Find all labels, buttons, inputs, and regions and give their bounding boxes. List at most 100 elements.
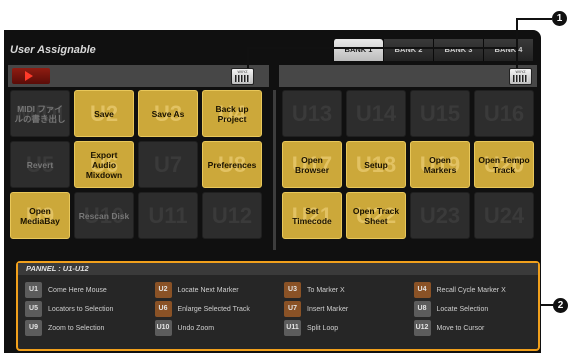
- panel-item[interactable]: U11 Split Loop: [284, 320, 406, 336]
- panel-item-label: Locators to Selection: [48, 305, 114, 313]
- panel-item-badge: U5: [25, 301, 42, 317]
- pad-button[interactable]: U16: [474, 90, 534, 137]
- toolbar-right: [279, 65, 537, 87]
- pad-label: Revert: [26, 159, 54, 170]
- pad-label: MIDI ファイルの書き出し: [14, 103, 66, 124]
- panel-item-badge: U1: [25, 282, 42, 298]
- panel-item[interactable]: U2 Locate Next Marker: [154, 282, 277, 298]
- pad-button[interactable]: U8 Preferences: [202, 141, 262, 188]
- panel-item-badge: U11: [284, 320, 301, 336]
- panel-list: U1 Come Here Mouse U2 Locate Next Marker U3 T…: [25, 282, 535, 336]
- panel-item[interactable]: U12 Move to Cursor: [413, 320, 536, 336]
- panel-item-label: Insert Marker: [307, 305, 349, 313]
- panel-item[interactable]: U7 Insert Marker: [284, 301, 406, 317]
- pad-button[interactable]: U9 Open MediaBay: [10, 192, 70, 239]
- pad-label: Save: [94, 108, 114, 119]
- tab-bank-2[interactable]: BANK 2: [383, 39, 433, 61]
- pad-id-label: U12: [211, 202, 253, 228]
- pad-label: Preferences: [207, 159, 257, 170]
- pad-button[interactable]: U6 Export Audio Mixdown: [74, 141, 134, 188]
- pad-button[interactable]: U22 Open Track Sheet: [346, 192, 406, 239]
- callout-line: [516, 18, 552, 20]
- panel-item[interactable]: U9 Zoom to Selection: [25, 320, 147, 336]
- pad-id-label: U14: [355, 100, 397, 126]
- panel-item-badge: U7: [284, 301, 301, 317]
- keyboard-icon[interactable]: WXYZ: [509, 68, 532, 85]
- pad-button[interactable]: U19 Open Markers: [410, 141, 470, 188]
- pad-button[interactable]: U11: [138, 192, 198, 239]
- pad-id-label: U7: [153, 151, 183, 177]
- panel-item-badge: U12: [413, 320, 431, 336]
- pad-id-label: U24: [483, 202, 525, 228]
- pad-label: Open MediaBay: [20, 205, 60, 226]
- panel-item-label: Zoom to Selection: [48, 324, 105, 332]
- pad-button[interactable]: U18 Setup: [346, 141, 406, 188]
- pad-button[interactable]: U7: [138, 141, 198, 188]
- pad-button[interactable]: U13: [282, 90, 342, 137]
- pad-button[interactable]: U4 Back up Project: [202, 90, 262, 137]
- pad-button[interactable]: U15: [410, 90, 470, 137]
- pad-grid-left: MIDI MIDI ファイルの書き出し U2 Save U3 Save As U4 Back …: [10, 90, 262, 239]
- panel-item-badge: U9: [25, 320, 42, 336]
- pad-button[interactable]: U14: [346, 90, 406, 137]
- pad-label: Open Tempo Track: [478, 154, 530, 175]
- tab-bank-4[interactable]: BANK 4: [483, 39, 533, 61]
- panel-item-label: Split Loop: [307, 324, 339, 332]
- panel-item-badge: U3: [284, 282, 301, 298]
- pad-id-label: U16: [483, 100, 525, 126]
- pad-label: Setup: [364, 159, 388, 170]
- panel-item-badge: U10: [154, 320, 172, 336]
- pad-button[interactable]: U20 Open Tempo Track: [474, 141, 534, 188]
- divider: [273, 90, 276, 250]
- pad-label: Open Track Sheet: [352, 205, 400, 226]
- panel-item-label: Recall Cycle Marker X: [436, 286, 506, 294]
- pad-button[interactable]: MIDI MIDI ファイルの書き出し: [10, 90, 70, 137]
- pad-id-label: U11: [148, 202, 188, 228]
- panel-item-label: Enlarge Selected Track: [177, 305, 250, 313]
- panel-item[interactable]: U3 To Marker X: [284, 282, 406, 298]
- pad-button[interactable]: U10 Rescan Disk: [74, 192, 134, 239]
- panel-item[interactable]: U6 Enlarge Selected Track: [154, 301, 277, 317]
- callout-1: 1: [552, 11, 567, 26]
- pad-button[interactable]: U12: [202, 192, 262, 239]
- tab-bank-1[interactable]: BANK 1: [333, 39, 383, 61]
- panel-item-badge: U6: [154, 301, 172, 317]
- callout-line: [247, 47, 249, 68]
- callout-line: [540, 304, 554, 306]
- pad-label: Export Audio Mixdown: [85, 149, 123, 180]
- panel-item-label: Locate Selection: [436, 305, 489, 313]
- callout-line: [247, 47, 516, 49]
- pad-button[interactable]: U23: [410, 192, 470, 239]
- page-title: User Assignable: [10, 44, 96, 56]
- panel-item-badge: U4: [413, 282, 431, 298]
- pad-label: Set Timecode: [292, 205, 332, 226]
- pad-label: Open Browser: [294, 154, 329, 175]
- panel-item-label: Undo Zoom: [177, 324, 215, 332]
- pad-button[interactable]: U17 Open Browser: [282, 141, 342, 188]
- pad-label: Back up Project: [215, 103, 249, 124]
- panel-item-label: To Marker X: [307, 286, 345, 294]
- callout-line: [516, 18, 518, 68]
- bank-tabs: BANK 1 BANK 2 BANK 3 BANK 4: [333, 39, 533, 61]
- panel-item-label: Move to Cursor: [436, 324, 485, 332]
- pad-label: Save As: [151, 108, 185, 119]
- tab-bank-3[interactable]: BANK 3: [433, 39, 483, 61]
- play-button[interactable]: [12, 68, 50, 84]
- panel-item[interactable]: U4 Recall Cycle Marker X: [413, 282, 536, 298]
- panel-item[interactable]: U1 Come Here Mouse: [25, 282, 147, 298]
- pad-label: Open Markers: [423, 154, 457, 175]
- keyboard-keys: [235, 75, 250, 82]
- panel-item[interactable]: U8 Locate Selection: [413, 301, 536, 317]
- keyboard-label: WXYZ: [237, 70, 248, 74]
- pad-button[interactable]: U2 Save: [74, 90, 134, 137]
- panel-item-label: Locate Next Marker: [177, 286, 239, 294]
- keyboard-icon[interactable]: WXYZ: [231, 68, 254, 85]
- keyboard-label: WXYZ: [515, 70, 526, 74]
- pad-button[interactable]: U24: [474, 192, 534, 239]
- pad-button[interactable]: U21 Set Timecode: [282, 192, 342, 239]
- panel-item-badge: U8: [413, 301, 431, 317]
- pad-button[interactable]: U3 Save As: [138, 90, 198, 137]
- panel-item[interactable]: U5 Locators to Selection: [25, 301, 147, 317]
- pad-button[interactable]: U5 Revert: [10, 141, 70, 188]
- panel-item[interactable]: U10 Undo Zoom: [154, 320, 277, 336]
